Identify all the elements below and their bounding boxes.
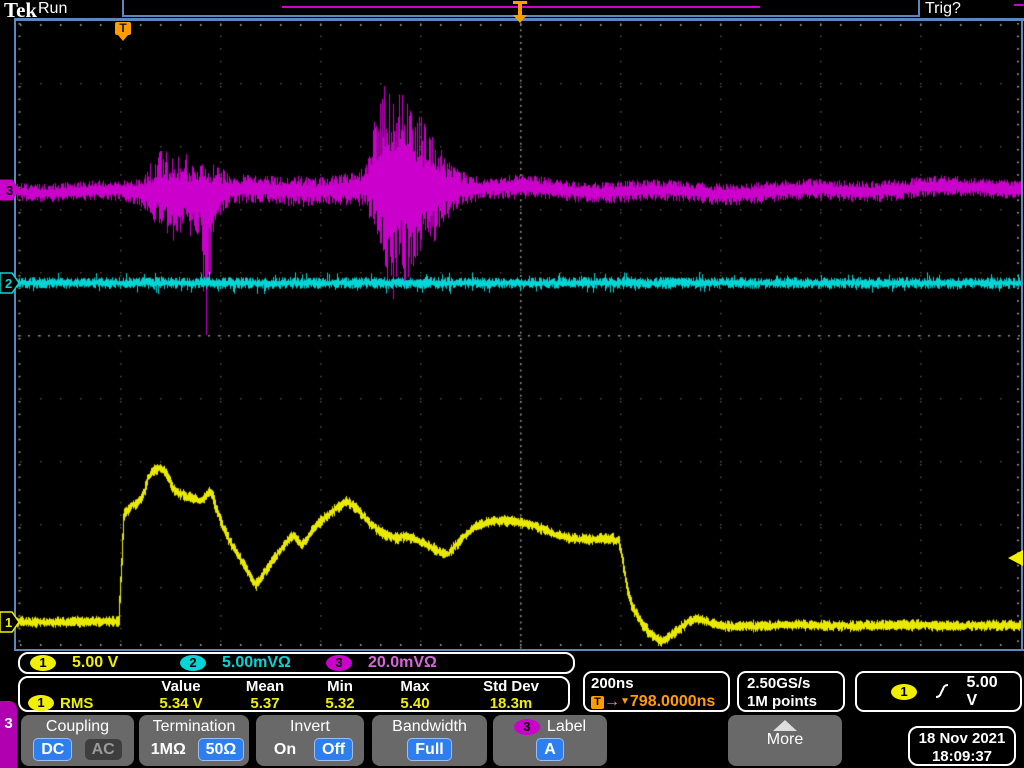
trigger-status: Trig? (925, 0, 961, 18)
measurement-readout: Value Mean Min Max Std Dev 1 RMS 5.34 V … (18, 676, 570, 712)
time-text: 18:09:37 (910, 748, 1014, 766)
more-panel[interactable]: More (728, 715, 842, 766)
termination-title: Termination (139, 718, 249, 736)
ch1-badge: 1 (30, 655, 56, 671)
active-channel-tab: 3 (0, 701, 17, 768)
label-a-button[interactable]: A (536, 738, 564, 761)
coupling-title: Coupling (21, 718, 134, 736)
svg-text:2: 2 (5, 276, 12, 291)
channel2-position-marker[interactable]: 2 (0, 272, 20, 294)
bandwidth-full-button[interactable]: Full (407, 738, 451, 761)
meas-source-badge: 1 (28, 695, 54, 711)
acquisition-readout: 2.50GS/s 1M points (737, 671, 845, 712)
trigger-level: 5.00 V (966, 674, 1008, 710)
oscilloscope-screen: Tek Run Trig? T 3 2 1 1 5.00 V 2 5.00mVΩ… (0, 0, 1024, 768)
meas-min: 5.32 (304, 695, 376, 712)
termination-panel: Termination 1MΩ 50Ω (139, 715, 249, 766)
label-panel: 3 Label A (493, 715, 607, 766)
ch2-scale: 5.00mVΩ (222, 654, 326, 672)
trigger-point-marker-icon[interactable]: T (115, 22, 131, 41)
channel1-position-marker[interactable]: 1 (0, 611, 20, 633)
ch1-scale: 5.00 V (72, 654, 180, 672)
trigger-source-badge: 1 (891, 684, 917, 700)
graticule-bottom-border (14, 649, 1024, 651)
channel3-position-marker[interactable]: 3 (0, 179, 20, 201)
meas-name: RMS (60, 695, 93, 712)
coupling-ac-button[interactable]: AC (85, 739, 122, 760)
horizontal-delay: 798.0000ns (630, 693, 715, 711)
date-text: 18 Nov 2021 (910, 730, 1014, 748)
meas-header-stddev: Std Dev (454, 678, 568, 695)
coupling-panel: Coupling DC AC (21, 715, 134, 766)
svg-text:3: 3 (6, 183, 13, 198)
channel-scale-readout: 1 5.00 V 2 5.00mVΩ 3 20.0mVΩ (18, 652, 575, 674)
sample-rate: 2.50GS/s (747, 675, 843, 693)
meas-max: 5.40 (376, 695, 454, 712)
arrow-right-icon: → (604, 693, 620, 711)
record-view-right-marker (1014, 4, 1023, 6)
trigger-expansion-marker-icon[interactable] (510, 1, 530, 23)
trigger-readout: 1 5.00 V (855, 671, 1022, 712)
svg-text:1: 1 (5, 615, 12, 630)
meas-header-value: Value (136, 678, 226, 695)
meas-header-mean: Mean (226, 678, 304, 695)
rising-edge-slope-icon (935, 683, 948, 700)
label-channel-badge: 3 (514, 719, 540, 735)
expansion-point-icon: ▼ (620, 693, 630, 711)
trigger-level-arrow-icon[interactable] (1008, 550, 1023, 566)
meas-header-min: Min (304, 678, 376, 695)
waveform-display (16, 21, 1021, 649)
ch2-badge: 2 (180, 655, 206, 671)
horizontal-readout: 200ns T → ▼ 798.0000ns (583, 671, 730, 712)
trigger-t-icon: T (591, 696, 604, 709)
invert-on-button[interactable]: On (267, 739, 303, 760)
label-title: Label (547, 718, 586, 736)
horizontal-scale: 200ns (591, 675, 728, 693)
coupling-dc-button[interactable]: DC (33, 738, 72, 761)
termination-50ohm-button[interactable]: 50Ω (198, 738, 245, 761)
meas-mean: 5.37 (226, 695, 304, 712)
meas-stddev: 18.3m (454, 695, 568, 712)
meas-header-max: Max (376, 678, 454, 695)
termination-1mohm-button[interactable]: 1MΩ (144, 739, 193, 760)
more-label: More (728, 731, 842, 749)
invert-title: Invert (256, 718, 364, 736)
bandwidth-panel: Bandwidth Full (372, 715, 487, 766)
meas-value: 5.34 V (136, 695, 226, 712)
ch3-badge: 3 (326, 655, 352, 671)
more-up-icon (773, 720, 797, 731)
ch3-scale: 20.0mVΩ (368, 654, 437, 672)
invert-off-button[interactable]: Off (314, 738, 353, 761)
acquisition-status: Run (38, 0, 67, 18)
invert-panel: Invert On Off (256, 715, 364, 766)
datetime-display: 18 Nov 2021 18:09:37 (908, 726, 1016, 766)
record-length: 1M points (747, 693, 843, 711)
bandwidth-title: Bandwidth (372, 718, 487, 736)
